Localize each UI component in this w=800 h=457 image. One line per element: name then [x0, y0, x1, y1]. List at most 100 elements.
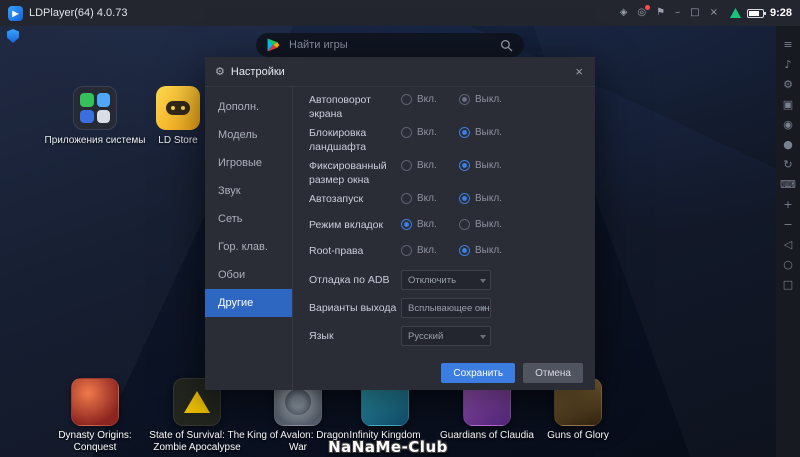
tab-advanced[interactable]: Дополн. [205, 93, 292, 121]
back-icon[interactable]: ◁ [784, 239, 792, 250]
gift-icon[interactable]: ◈ [620, 8, 628, 18]
record-icon[interactable]: ● [783, 139, 793, 150]
close-icon[interactable]: × [573, 64, 585, 79]
radio-on[interactable]: Вкл. [401, 160, 459, 171]
row-exit-options: Варианты выхода Всплывающее окно [309, 298, 581, 318]
volume-down-icon[interactable]: − [783, 219, 792, 230]
radio-icon[interactable] [401, 160, 412, 171]
fullscreen-icon[interactable]: ▣ [783, 99, 793, 110]
row-autorotate: Автоповорот экрана Вкл. Выкл. [309, 93, 581, 121]
app-logo-icon: ▶ [8, 5, 23, 21]
recents-icon[interactable]: □ [783, 279, 793, 290]
radio-icon[interactable] [401, 245, 412, 256]
tab-game[interactable]: Игровые [205, 149, 292, 177]
radio-icon[interactable] [459, 160, 470, 171]
pin-icon[interactable]: ⚑ [656, 8, 665, 18]
tab-network[interactable]: Сеть [205, 205, 292, 233]
clock: 9:28 [769, 7, 792, 19]
keyboard-icon[interactable]: ⌨ [780, 179, 796, 190]
game-label: State of Survival: The Zombie Apocalypse [149, 430, 245, 453]
screenshot-icon[interactable]: ◉ [783, 119, 793, 130]
ld-store-icon [156, 86, 200, 130]
setting-label: Блокировка ландшафта [309, 127, 367, 153]
adb-debug-select[interactable]: Отключить [401, 270, 491, 290]
radio-on[interactable]: Вкл. [401, 245, 459, 256]
chevron-down-icon [480, 279, 486, 283]
tab-sound[interactable]: Звук [205, 177, 292, 205]
radio-off[interactable]: Выкл. [459, 193, 517, 204]
radio-off[interactable]: Выкл. [459, 219, 517, 230]
dialog-tabs: Дополн. Модель Игровые Звук Сеть Гор. кл… [205, 87, 293, 390]
system-apps-icon [73, 86, 117, 130]
tab-hotkeys[interactable]: Гор. клав. [205, 233, 292, 261]
setting-label: Отладка по ADB [309, 274, 390, 286]
tab-wallpaper[interactable]: Обои [205, 261, 292, 289]
network-icon [729, 8, 741, 18]
gear-icon: ⚙ [215, 65, 225, 78]
chevron-down-icon [480, 335, 486, 339]
radio-icon[interactable] [459, 127, 470, 138]
radio-icon[interactable] [401, 193, 412, 204]
minimize-icon[interactable]: – [675, 8, 680, 18]
select-value: Отключить [408, 274, 457, 286]
tab-model[interactable]: Модель [205, 121, 292, 149]
setting-label: Автоповорот экрана [309, 94, 371, 120]
exit-options-select[interactable]: Всплывающее окно [401, 298, 491, 318]
radio-icon[interactable] [459, 193, 470, 204]
row-tab-mode: Режим вкладок Вкл. Выкл. [309, 218, 581, 233]
radio-off[interactable]: Выкл. [459, 245, 517, 256]
battery-icon [746, 8, 766, 18]
radio-icon[interactable] [459, 94, 470, 105]
radio-icon[interactable] [401, 94, 412, 105]
setting-label: Язык [309, 330, 334, 342]
search-icon[interactable] [500, 39, 513, 52]
radio-on[interactable]: Вкл. [401, 193, 459, 204]
titlebar-right: ◈ ◎ ⚑ – □ × 9:28 [620, 5, 792, 19]
radio-off[interactable]: Выкл. [459, 160, 517, 171]
shake-icon[interactable]: ↻ [783, 159, 792, 170]
setting-label: Автозапуск [309, 193, 364, 205]
dialog-content: Автоповорот экрана Вкл. Выкл. Блокировка… [293, 87, 595, 390]
sound-icon[interactable]: ♪ [784, 59, 791, 70]
emulator-toolbar: ≡ ♪ ⚙ ▣ ◉ ● ↻ ⌨ + − ◁ ○ □ [776, 26, 800, 457]
radio-icon[interactable] [459, 219, 470, 230]
radio-icon[interactable] [459, 245, 470, 256]
volume-up-icon[interactable]: + [783, 199, 792, 210]
close-icon[interactable]: × [710, 8, 718, 18]
shield-icon [7, 29, 19, 43]
setting-label: Фиксированный размер окна [309, 160, 387, 186]
radio-off[interactable]: Выкл. [459, 94, 517, 105]
search-bar[interactable]: Найти игры [256, 33, 524, 57]
setting-label: Варианты выхода [309, 302, 397, 314]
dialog-footer: Сохранить Отмена [441, 363, 583, 383]
settings-icon[interactable]: ⚙ [783, 79, 793, 90]
status-cluster: 9:28 [729, 7, 792, 19]
dialog-body: Дополн. Модель Игровые Звук Сеть Гор. кл… [205, 87, 595, 390]
maximize-icon[interactable]: □ [690, 8, 699, 18]
play-store-icon [267, 38, 280, 52]
tab-others[interactable]: Другие [205, 289, 292, 317]
game-icon [71, 378, 119, 426]
save-button[interactable]: Сохранить [441, 363, 516, 383]
radio-icon[interactable] [401, 127, 412, 138]
setting-label: Режим вкладок [309, 219, 384, 231]
radio-on[interactable]: Вкл. [401, 94, 459, 105]
radio-icon[interactable] [401, 219, 412, 230]
row-language: Язык Русский [309, 326, 581, 346]
menu-icon[interactable]: ≡ [783, 39, 792, 50]
row-landscape-lock: Блокировка ландшафта Вкл. Выкл. [309, 126, 581, 154]
game-label: Guardians of Claudia [440, 430, 534, 441]
ldplayer-window: ▶ LDPlayer(64) 4.0.73 ◈ ◎ ⚑ – □ × 9:28 Н… [0, 0, 800, 457]
home-icon[interactable]: ○ [783, 259, 793, 270]
language-select[interactable]: Русский [401, 326, 491, 346]
radio-on[interactable]: Вкл. [401, 127, 459, 138]
radio-off[interactable]: Выкл. [459, 127, 517, 138]
notification-bell-icon[interactable]: ◎ [637, 5, 650, 18]
cancel-button[interactable]: Отмена [523, 363, 583, 383]
select-value: Всплывающее окно [408, 302, 491, 314]
game-dynasty-origins[interactable]: Dynasty Origins: Conquest [43, 378, 147, 454]
radio-on[interactable]: Вкл. [401, 219, 459, 230]
select-value: Русский [408, 330, 444, 342]
chevron-down-icon [480, 307, 486, 311]
row-root: Root-права Вкл. Выкл. [309, 244, 581, 259]
